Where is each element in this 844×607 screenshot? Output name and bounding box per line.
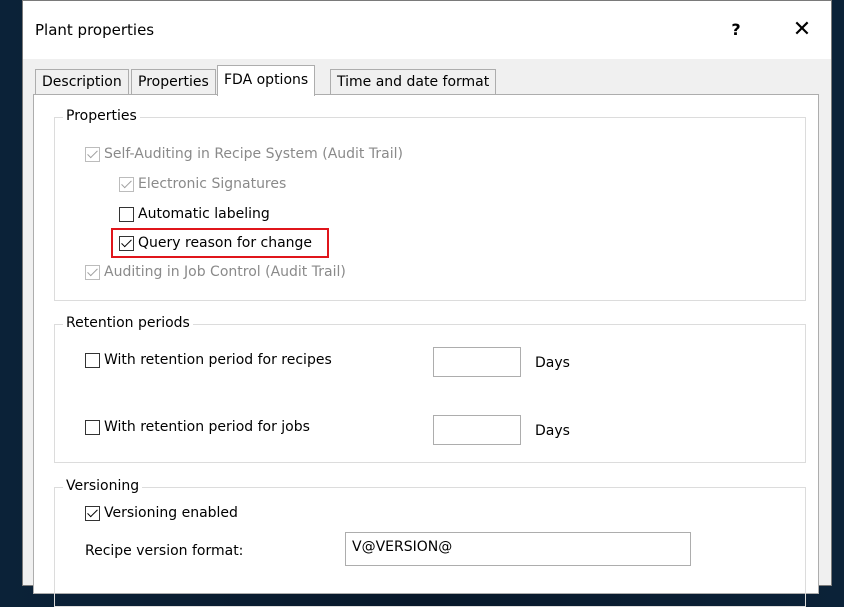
- self-auditing-label: Self-Auditing in Recipe System (Audit Tr…: [104, 146, 403, 162]
- versioning-enabled-label: Versioning enabled: [104, 505, 238, 521]
- plant-properties-dialog: Plant properties ? ✕ Description Propert…: [22, 0, 832, 607]
- versioning-enabled-checkbox[interactable]: [85, 505, 100, 521]
- close-icon: ✕: [792, 16, 812, 42]
- electronic-signatures-checkbox-row[interactable]: Electronic Signatures: [119, 176, 286, 192]
- retention-recipes-days-input[interactable]: [433, 347, 521, 377]
- retention-recipes-unit: Days: [535, 355, 570, 371]
- query-reason-checkbox[interactable]: [119, 235, 134, 251]
- tab-fda-options[interactable]: FDA options: [217, 65, 316, 96]
- automatic-labeling-label: Automatic labeling: [138, 206, 270, 222]
- retention-recipes-label: With retention period for recipes: [104, 352, 332, 368]
- tab-time-and-date-format[interactable]: Time and date format: [330, 69, 497, 95]
- fda-options-panel: Properties Self-Auditing in Recipe Syste…: [33, 94, 819, 607]
- tab-description[interactable]: Description: [35, 69, 129, 95]
- help-button[interactable]: ?: [713, 9, 759, 49]
- properties-group-legend: Properties: [63, 108, 140, 124]
- query-reason-label: Query reason for change: [138, 235, 313, 251]
- retention-periods-group: Retention periods With retention period …: [54, 315, 806, 463]
- retention-group-legend: Retention periods: [63, 315, 193, 331]
- properties-group: Properties Self-Auditing in Recipe Syste…: [54, 108, 806, 301]
- retention-jobs-days-input[interactable]: [433, 415, 521, 445]
- retention-jobs-label: With retention period for jobs: [104, 419, 310, 435]
- help-icon: ?: [731, 19, 741, 39]
- tab-properties[interactable]: Properties: [131, 69, 216, 95]
- retention-recipes-checkbox-row[interactable]: With retention period for recipes: [85, 352, 332, 368]
- window-title: Plant properties: [35, 21, 155, 39]
- title-bar: Plant properties ? ✕: [23, 1, 831, 59]
- auditing-job-control-checkbox-row[interactable]: Auditing in Job Control (Audit Trail): [85, 264, 346, 280]
- query-reason-checkbox-row[interactable]: Query reason for change: [119, 235, 312, 251]
- retention-recipes-checkbox[interactable]: [85, 352, 100, 368]
- auditing-job-control-label: Auditing in Job Control (Audit Trail): [104, 264, 346, 280]
- recipe-version-format-input[interactable]: V@VERSION@: [345, 532, 691, 566]
- electronic-signatures-label: Electronic Signatures: [138, 176, 287, 192]
- auditing-job-control-checkbox[interactable]: [85, 264, 100, 280]
- self-auditing-checkbox[interactable]: [85, 146, 100, 162]
- automatic-labeling-checkbox[interactable]: [119, 206, 134, 222]
- versioning-group: Versioning Versioning enabled Recipe ver…: [54, 478, 806, 607]
- retention-jobs-checkbox[interactable]: [85, 419, 100, 435]
- retention-jobs-checkbox-row[interactable]: With retention period for jobs: [85, 419, 310, 435]
- retention-jobs-unit: Days: [535, 423, 570, 439]
- electronic-signatures-checkbox[interactable]: [119, 176, 134, 192]
- versioning-group-legend: Versioning: [63, 478, 143, 494]
- close-button[interactable]: ✕: [779, 9, 825, 49]
- automatic-labeling-checkbox-row[interactable]: Automatic labeling: [119, 206, 270, 222]
- recipe-version-format-label: Recipe version format:: [85, 543, 244, 559]
- self-auditing-checkbox-row[interactable]: Self-Auditing in Recipe System (Audit Tr…: [85, 146, 403, 162]
- versioning-enabled-checkbox-row[interactable]: Versioning enabled: [85, 505, 238, 521]
